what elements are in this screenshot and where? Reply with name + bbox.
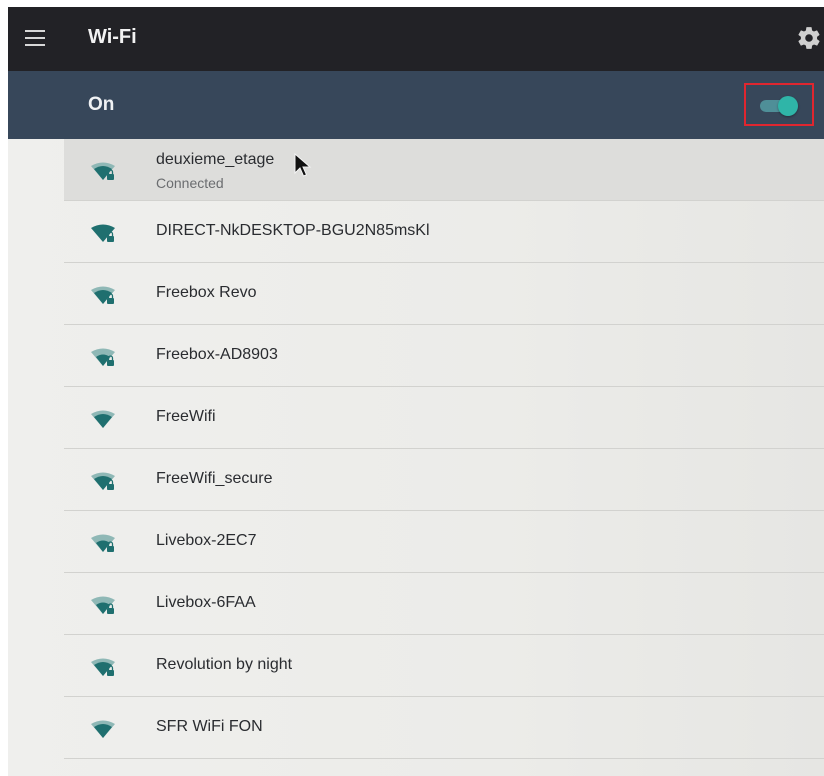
network-name: FreeWifi_secure	[156, 470, 273, 487]
menu-icon[interactable]	[25, 30, 45, 46]
network-row[interactable]: Livebox-6FAA	[64, 573, 824, 635]
wifi-signal-locked-icon	[91, 596, 115, 614]
network-name: deuxieme_etage	[156, 151, 275, 168]
network-name: Freebox-AD8903	[156, 346, 278, 363]
network-name: Freebox Revo	[156, 284, 257, 301]
wifi-toggle-switch[interactable]	[760, 96, 802, 116]
wifi-signal-locked-icon	[91, 472, 115, 490]
wifi-signal-locked-icon	[91, 224, 115, 242]
network-name: FreeWifi	[156, 408, 216, 425]
network-name: Livebox-2EC7	[156, 532, 257, 549]
wifi-settings-screen: Wi-Fi On deuxieme_etage Connected DIRECT…	[8, 7, 824, 776]
network-row[interactable]: SFR WiFi FON	[64, 697, 824, 759]
toggle-highlight-box	[744, 83, 814, 126]
wifi-toggle-bar: On	[8, 71, 824, 139]
wifi-signal-locked-icon	[91, 162, 115, 180]
network-row[interactable]: FreeWifi	[64, 387, 824, 449]
network-status: Connected	[156, 175, 224, 191]
wifi-signal-locked-icon	[91, 658, 115, 676]
network-name: SFR WiFi FON	[156, 718, 263, 735]
wifi-signal-locked-icon	[91, 348, 115, 366]
network-row[interactable]: Freebox-AD8903	[64, 325, 824, 387]
gear-icon[interactable]	[796, 25, 822, 51]
network-row[interactable]: Livebox-2EC7	[64, 511, 824, 573]
network-row[interactable]: DIRECT-NkDESKTOP-BGU2N85msKl	[64, 201, 824, 263]
network-row-selected[interactable]: deuxieme_etage Connected	[64, 139, 824, 201]
wifi-signal-icon	[91, 720, 115, 738]
toggle-state-label: On	[88, 94, 115, 115]
network-name: DIRECT-NkDESKTOP-BGU2N85msKl	[156, 222, 430, 239]
network-name: Revolution by night	[156, 656, 293, 673]
app-bar: Wi-Fi	[8, 7, 824, 71]
mouse-cursor-icon	[294, 153, 312, 177]
wifi-signal-locked-icon	[91, 534, 115, 552]
network-row[interactable]: Freebox Revo	[64, 263, 824, 325]
network-row[interactable]: FreeWifi_secure	[64, 449, 824, 511]
page-title: Wi-Fi	[88, 26, 137, 48]
network-row[interactable]: Revolution by night	[64, 635, 824, 697]
switch-thumb[interactable]	[778, 96, 798, 116]
network-list: deuxieme_etage Connected DIRECT-NkDESKTO…	[8, 139, 824, 776]
wifi-signal-locked-icon	[91, 286, 115, 304]
wifi-signal-icon	[91, 410, 115, 428]
network-name: Livebox-6FAA	[156, 594, 256, 611]
